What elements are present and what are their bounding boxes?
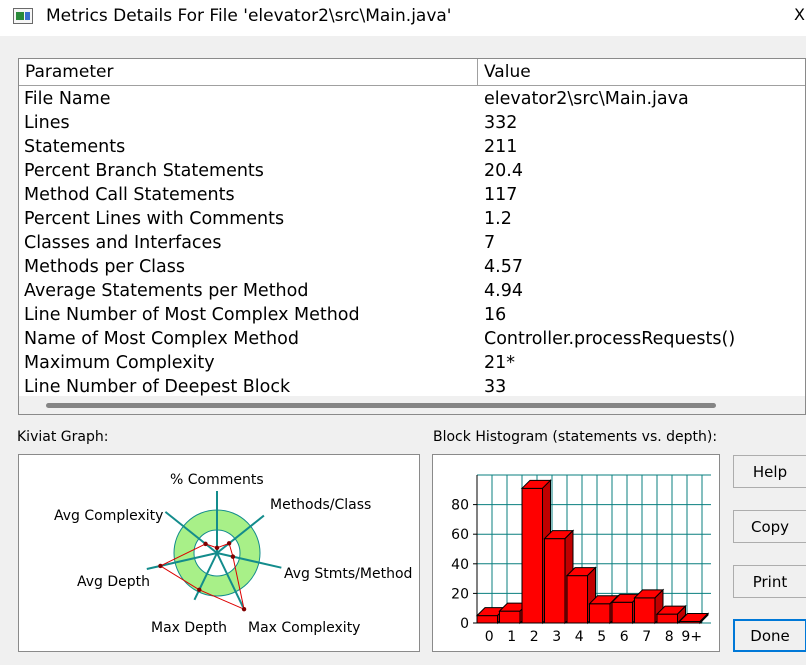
table-row[interactable]: Methods per Class 4.57	[19, 255, 805, 279]
y-tick-label: 40	[451, 557, 469, 573]
kiviat-point	[214, 545, 220, 551]
histogram-bar	[589, 603, 611, 624]
value-cell: 16	[484, 305, 507, 325]
parameter-cell: Average Statements per Method	[24, 281, 309, 301]
scrollbar-thumb[interactable]	[46, 403, 716, 408]
histogram-bar	[521, 487, 543, 624]
x-tick-label: 7	[642, 629, 651, 645]
kiviat-point	[203, 541, 208, 547]
value-cell: 4.57	[484, 257, 523, 277]
horizontal-scrollbar[interactable]	[19, 396, 805, 414]
kiviat-axis-label: Max Depth	[151, 620, 227, 636]
kiviat-axis-label: Methods/Class	[270, 497, 371, 513]
parameter-cell: Statements	[24, 137, 126, 157]
table-row[interactable]: Average Statements per Method 4.94	[19, 279, 805, 303]
histogram-bar	[544, 538, 566, 624]
table-row[interactable]: Percent Lines with Comments 1.2	[19, 207, 805, 231]
parameter-cell: File Name	[24, 89, 111, 109]
x-tick-label: 3	[552, 629, 561, 645]
table-rows: File Name elevator2\src\Main.java Lines 332…	[19, 87, 805, 399]
value-cell: 332	[484, 113, 518, 133]
kiviat-point	[226, 541, 232, 546]
kiviat-axis-label: Avg Stmts/Method	[284, 566, 412, 582]
x-tick-label: 0	[485, 629, 494, 645]
value-cell: 7	[484, 233, 496, 253]
table-header: Parameter Value	[19, 59, 805, 86]
value-cell: 20.4	[484, 161, 523, 181]
histogram-bar	[611, 601, 633, 624]
kiviat-graph: % Comments Methods/Class Avg Stmts/Method M…	[18, 454, 420, 652]
table-row[interactable]: Line Number of Most Complex Method 16	[19, 303, 805, 327]
x-tick-label: 8	[665, 629, 674, 645]
table-row[interactable]: Maximum Complexity 21*	[19, 351, 805, 375]
histogram-bar	[499, 610, 521, 624]
kiviat-point	[197, 587, 202, 593]
histogram-svg: 0204060800 1 2 3 4 5 6 7 8 9+	[451, 474, 711, 645]
done-button[interactable]: Done	[733, 619, 806, 652]
value-cell: 211	[484, 137, 518, 157]
y-tick-label: 80	[451, 498, 469, 514]
x-tick-label: 9+	[681, 629, 702, 645]
kiviat-svg: % Comments Methods/Class Avg Stmts/Method M…	[54, 472, 412, 636]
kiviat-axis-label: % Comments	[170, 472, 264, 488]
value-cell: 4.94	[484, 281, 523, 301]
x-tick-label: 2	[530, 629, 539, 645]
histogram-bar	[566, 575, 588, 624]
window-title: Metrics Details For File 'elevator2\src\…	[46, 6, 452, 26]
y-tick-label: 20	[451, 586, 469, 602]
metrics-table[interactable]: Parameter Value File Name elevator2\src\M…	[18, 58, 806, 415]
parameter-cell: Line Number of Most Complex Method	[24, 305, 360, 325]
x-tick-label: 6	[620, 629, 629, 645]
table-row[interactable]: Percent Branch Statements 20.4	[19, 159, 805, 183]
parameter-cell: Lines	[24, 113, 70, 133]
kiviat-axis-label: Max Complexity	[248, 620, 360, 636]
x-tick-label: 4	[575, 629, 584, 645]
y-tick-label: 60	[451, 527, 469, 543]
parameter-cell: Maximum Complexity	[24, 353, 215, 373]
kiviat-graph-label: Kiviat Graph:	[17, 429, 109, 445]
table-row[interactable]: Method Call Statements 117	[19, 183, 805, 207]
title-bar: Metrics Details For File 'elevator2\src\…	[0, 0, 806, 36]
table-row[interactable]: File Name elevator2\src\Main.java	[19, 87, 805, 111]
print-button[interactable]: Print	[733, 565, 806, 598]
column-header-value[interactable]: Value	[478, 59, 805, 85]
block-histogram-label: Block Histogram (statements vs. depth):	[433, 429, 718, 445]
x-tick-label: 5	[597, 629, 606, 645]
copy-button[interactable]: Copy	[733, 510, 806, 543]
x-tick-label: 1	[507, 629, 516, 645]
kiviat-point	[230, 554, 236, 559]
parameter-cell: Methods per Class	[24, 257, 185, 277]
value-cell: elevator2\src\Main.java	[484, 89, 689, 109]
histogram-bar	[476, 615, 498, 624]
block-histogram: 0 20 40 60 80 0 1 2 3 4 5 6 7 8 9+	[432, 454, 720, 652]
histogram-bar	[656, 613, 678, 624]
histogram-bar	[634, 597, 656, 624]
value-cell: Controller.processRequests()	[484, 329, 736, 349]
app-icon	[13, 8, 33, 24]
table-row[interactable]: Statements 211	[19, 135, 805, 159]
value-cell: 1.2	[484, 209, 512, 229]
value-cell: 117	[484, 185, 518, 205]
parameter-cell: Percent Lines with Comments	[24, 209, 285, 229]
parameter-cell: Method Call Statements	[24, 185, 235, 205]
table-row[interactable]: Name of Most Complex Method Controller.pr…	[19, 327, 805, 351]
value-cell: 21*	[484, 353, 516, 373]
kiviat-axis-label: Avg Complexity	[54, 508, 163, 524]
parameter-cell: Classes and Interfaces	[24, 233, 222, 253]
column-header-parameter[interactable]: Parameter	[19, 59, 478, 85]
y-tick-label: 0	[460, 616, 469, 632]
kiviat-point	[241, 606, 247, 612]
help-button[interactable]: Help	[733, 455, 806, 488]
table-row[interactable]: Lines 332	[19, 111, 805, 135]
close-icon[interactable]: X	[794, 5, 805, 25]
table-row[interactable]: Classes and Interfaces 7	[19, 231, 805, 255]
kiviat-point	[158, 563, 163, 569]
kiviat-axis-label: Avg Depth	[77, 574, 150, 590]
parameter-cell: Percent Branch Statements	[24, 161, 264, 181]
parameter-cell: Name of Most Complex Method	[24, 329, 299, 349]
